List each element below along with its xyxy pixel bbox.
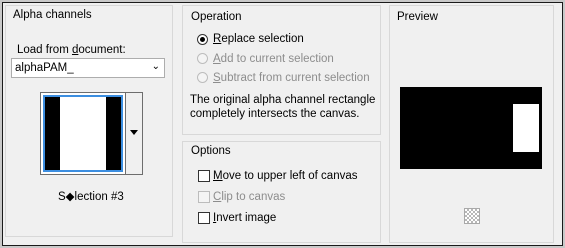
document-select[interactable]: alphaPAM_ ⌄ (11, 58, 165, 78)
alpha-channels-title: Alpha channels (13, 9, 92, 21)
operation-message-line1: The original alpha channel rectangle (190, 94, 376, 106)
add-to-selection-label[interactable]: Add to current selection (213, 53, 334, 65)
thumbnail-left-bar (45, 97, 60, 170)
invert-image-checkbox[interactable] (198, 212, 210, 224)
operation-message-line2: completely intersects the canvas. (190, 108, 360, 120)
subtract-from-selection-radio[interactable] (197, 72, 208, 83)
selection-name-label: S◆lection #3 (58, 191, 124, 203)
move-to-upper-left-checkbox[interactable] (198, 170, 210, 182)
replace-selection-label[interactable]: Replace selection (213, 33, 304, 45)
load-from-document-label: Load from document: (17, 44, 126, 56)
alpha-channel-thumbnail[interactable] (40, 92, 126, 175)
document-select-value: alphaPAM_ (15, 62, 74, 74)
preview-selection-rect (513, 104, 539, 152)
add-to-selection-radio[interactable] (197, 53, 208, 64)
move-to-upper-left-label[interactable]: Move to upper left of canvas (213, 170, 357, 182)
preview-canvas (400, 87, 542, 169)
invert-image-label[interactable]: Invert image (213, 212, 276, 224)
replace-selection-radio[interactable] (197, 34, 208, 45)
checker-zoom-icon[interactable] (464, 208, 480, 224)
preview-title: Preview (397, 11, 438, 23)
thumbnail-dropdown-button[interactable] (126, 92, 143, 175)
clip-to-canvas-checkbox[interactable] (198, 191, 210, 203)
triangle-down-icon (130, 130, 138, 135)
subtract-from-selection-label[interactable]: Subtract from current selection (213, 72, 370, 84)
options-title: Options (191, 145, 231, 157)
chevron-down-icon[interactable]: ⌄ (152, 61, 160, 72)
thumbnail-selected-border (43, 95, 123, 172)
operation-title: Operation (191, 11, 242, 23)
clip-to-canvas-label[interactable]: Clip to canvas (213, 191, 285, 203)
thumbnail-right-bar (106, 97, 121, 170)
